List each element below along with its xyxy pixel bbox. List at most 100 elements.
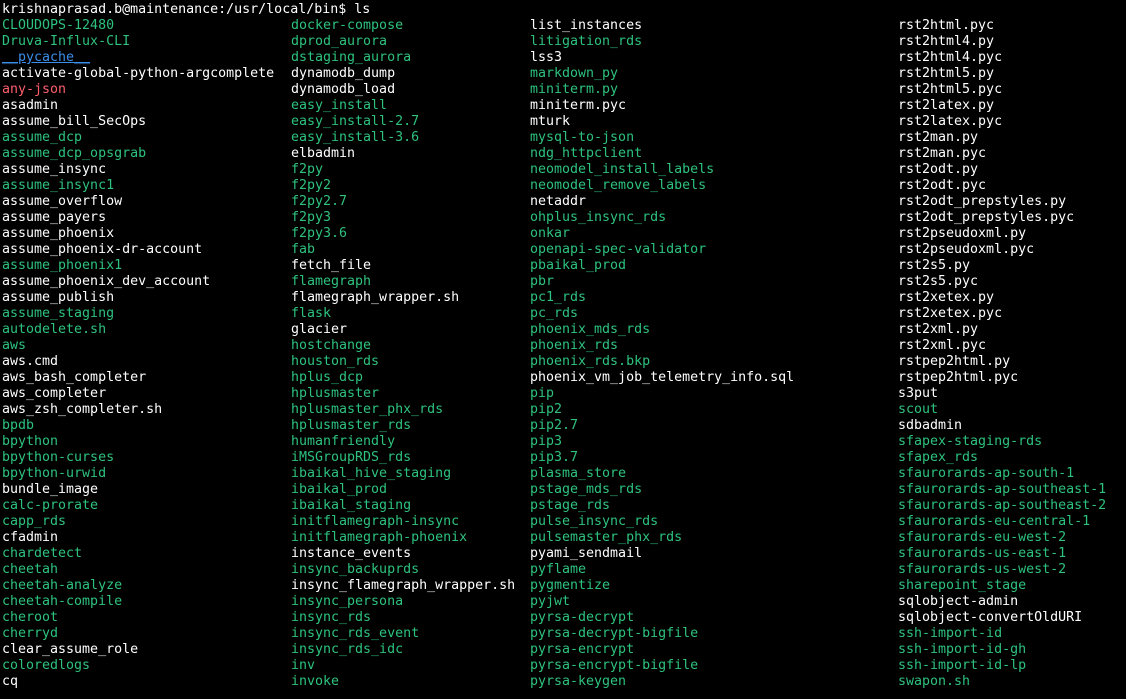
executable-entry: pyjwt <box>530 594 571 609</box>
executable-entry: mysql-to-json <box>530 130 635 145</box>
executable-entry: sharepoint_stage <box>898 578 1027 593</box>
executable-entry: hplusmaster <box>291 386 380 401</box>
executable-entry: miniterm.py <box>530 82 619 97</box>
file-entry: rst2html4.py <box>898 34 995 49</box>
file-entry: glacier <box>291 322 348 337</box>
executable-entry: bpython-curses <box>2 450 115 465</box>
executable-entry: insync_rds <box>291 610 372 625</box>
file-entry: rst2pseudoxml.py <box>898 226 1027 241</box>
executable-entry: pyrsa-decrypt-bigfile <box>530 626 699 641</box>
executable-entry: openapi-spec-validator <box>530 242 707 257</box>
executable-entry: phoenix_rds.bkp <box>530 354 651 369</box>
executable-entry: pc1_rds <box>530 290 587 305</box>
executable-entry: ssh-import-id-lp <box>898 658 1027 673</box>
ls-column-3: list_instances litigation_rds lss3 markdown… <box>530 18 794 690</box>
executable-entry: bpython <box>2 434 59 449</box>
executable-entry: ohplus_insync_rds <box>530 210 667 225</box>
executable-entry: cherryd <box>2 626 59 641</box>
executable-entry: pip3 <box>530 434 563 449</box>
file-entry: aws.cmd <box>2 354 59 369</box>
executable-entry: scout <box>898 402 939 417</box>
executable-entry: sfaurorards-ap-south-1 <box>898 466 1075 481</box>
executable-entry: ibaikal_staging <box>291 498 412 513</box>
executable-entry: calc-prorate <box>2 498 99 513</box>
executable-entry: ssh-import-id <box>898 626 1003 641</box>
file-entry: assume_overflow <box>2 194 123 209</box>
shell-prompt: krishnaprasad.b@maintenance:/usr/local/b… <box>2 2 355 17</box>
executable-entry: initflamegraph-phoenix <box>291 530 468 545</box>
executable-entry: pip <box>530 386 555 401</box>
file-entry: rst2man.py <box>898 130 979 145</box>
file-entry: lss3 <box>530 50 563 65</box>
terminal-window[interactable]: krishnaprasad.b@maintenance:/usr/local/b… <box>0 0 1126 699</box>
executable-entry: onkar <box>530 226 571 241</box>
file-entry: netaddr <box>530 194 587 209</box>
executable-entry: cheetah-analyze <box>2 578 123 593</box>
executable-entry: assume_staging <box>2 306 115 321</box>
executable-entry: dstaging_aurora <box>291 50 412 65</box>
executable-entry: pyrsa-keygen <box>530 674 627 689</box>
executable-entry: easy_install-3.6 <box>291 130 420 145</box>
executable-entry: houston_rds <box>291 354 380 369</box>
executable-entry: bpdb <box>2 418 35 433</box>
executable-entry: f2py2 <box>291 178 332 193</box>
executable-entry: flamegraph <box>291 274 372 289</box>
executable-entry: easy_install-2.7 <box>291 114 420 129</box>
executable-entry: pygmentize <box>530 578 611 593</box>
file-entry: insync_flamegraph_wrapper.sh <box>291 578 516 593</box>
executable-entry: litigation_rds <box>530 34 643 49</box>
file-entry: rst2latex.py <box>898 98 995 113</box>
executable-entry: neomodel_remove_labels <box>530 178 707 193</box>
executable-entry: insync_persona <box>291 594 404 609</box>
executable-entry: pyrsa-decrypt <box>530 610 635 625</box>
executable-entry: pstage_mds_rds <box>530 482 643 497</box>
executable-entry: pbr <box>530 274 555 289</box>
file-entry: fetch_file <box>291 258 372 273</box>
executable-entry: hplusmaster_phx_rds <box>291 402 444 417</box>
executable-entry: easy_install <box>291 98 388 113</box>
executable-entry: humanfriendly <box>291 434 396 449</box>
file-entry: rst2html.pyc <box>898 18 995 33</box>
file-entry: flamegraph_wrapper.sh <box>291 290 460 305</box>
executable-entry: pulsemaster_phx_rds <box>530 530 683 545</box>
file-entry: rst2s5.py <box>898 258 971 273</box>
file-entry: rst2odt.pyc <box>898 178 987 193</box>
executable-entry: pip3.7 <box>530 450 579 465</box>
file-entry: rst2odt_prepstyles.py <box>898 194 1067 209</box>
executable-entry: sfapex_rds <box>898 450 979 465</box>
executable-entry: phoenix_rds <box>530 338 619 353</box>
file-entry: instance_events <box>291 546 412 561</box>
file-entry: assume_bill_SecOps <box>2 114 147 129</box>
executable-entry: assume_dcp_opsgrab <box>2 146 147 161</box>
executable-entry: ibaikal_hive_staging <box>291 466 452 481</box>
executable-entry: assume_insync1 <box>2 178 115 193</box>
ls-column-4: rst2html.pyc rst2html4.py rst2html4.pyc rst… <box>898 18 1106 690</box>
file-entry: phoenix_vm_job_telemetry_info.sql <box>530 370 795 385</box>
executable-entry: f2py3 <box>291 210 332 225</box>
executable-entry: sfaurorards-eu-west-2 <box>898 530 1067 545</box>
executable-entry: assume_phoenix1 <box>2 258 123 273</box>
executable-entry: flask <box>291 306 332 321</box>
file-entry: rst2html5.pyc <box>898 82 1003 97</box>
executable-entry: dprod_aurora <box>291 34 388 49</box>
executable-entry: insync_rds_event <box>291 626 420 641</box>
file-entry: assume_phoenix-dr-account <box>2 242 203 257</box>
file-entry: cq <box>2 674 19 689</box>
ls-column-1: CLOUDOPS-12480 Druva-Influx-CLI __pycache_… <box>2 18 274 690</box>
file-entry: sqlobject-admin <box>898 594 1019 609</box>
executable-entry: swapon.sh <box>898 674 971 689</box>
file-entry: dynamodb_load <box>291 82 396 97</box>
executable-entry: ssh-import-id-gh <box>898 642 1027 657</box>
executable-entry: pip2.7 <box>530 418 579 433</box>
executable-entry: markdown_py <box>530 66 619 81</box>
executable-entry: pbaikal_prod <box>530 258 627 273</box>
file-entry: rst2xetex.py <box>898 290 995 305</box>
executable-entry: aws <box>2 338 27 353</box>
file-entry: rst2s5.pyc <box>898 274 979 289</box>
file-entry: dynamodb_dump <box>291 66 396 81</box>
executable-entry: pyrsa-encrypt-bigfile <box>530 658 699 673</box>
executable-entry: sfaurorards-us-west-2 <box>898 562 1067 577</box>
executable-entry: sfaurorards-ap-southeast-1 <box>898 482 1107 497</box>
executable-entry: inv <box>291 658 316 673</box>
directory-entry: __pycache__ <box>2 50 91 65</box>
